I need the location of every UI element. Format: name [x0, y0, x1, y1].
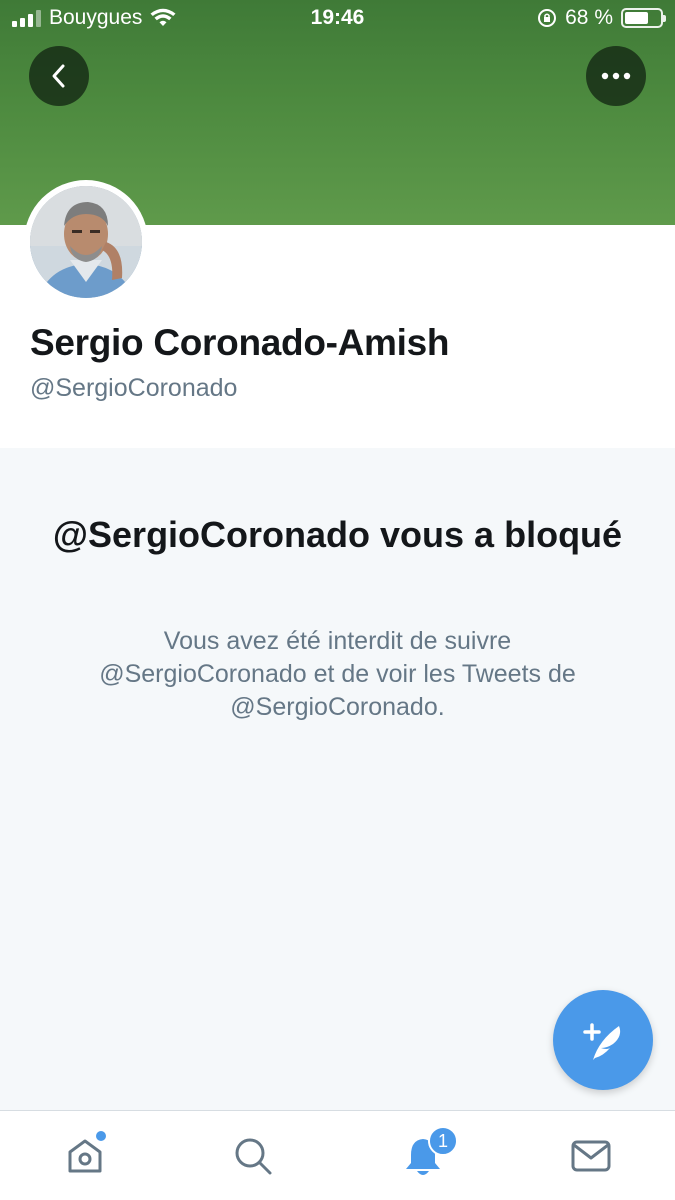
chevron-left-icon [52, 64, 65, 88]
back-button[interactable] [29, 46, 89, 106]
nav-messages[interactable] [568, 1133, 614, 1179]
profile-name: Sergio Coronado-Amish [30, 322, 450, 363]
battery-fill [625, 12, 649, 24]
bottom-navigation: 1 [0, 1110, 675, 1200]
home-unread-dot [96, 1131, 106, 1141]
profile-page: Bouygues 19:46 68 % Sergio Coronado-Amis… [0, 0, 675, 1200]
status-bar: Bouygues 19:46 68 % [0, 0, 675, 38]
profile-handle: @SergioCoronado [30, 374, 238, 402]
more-options-button[interactable] [586, 46, 646, 106]
search-icon [235, 1138, 272, 1175]
avatar-image [30, 186, 142, 298]
compose-tweet-button[interactable] [553, 990, 653, 1090]
nav-search[interactable] [230, 1133, 276, 1179]
compose-tweet-icon [583, 1023, 621, 1060]
battery-percent: 68 % [565, 6, 613, 29]
home-icon [68, 1139, 102, 1173]
status-right: 68 % [537, 6, 666, 30]
blocked-description: Vous avez été interdit de suivre @Sergio… [99, 627, 576, 721]
mail-icon [571, 1140, 611, 1172]
notification-badge: 1 [428, 1126, 458, 1156]
more-horizontal-icon [601, 72, 631, 80]
blocked-title: @SergioCoronado vous a bloqué [52, 514, 623, 555]
avatar-photo [30, 186, 142, 298]
avatar[interactable] [24, 180, 148, 304]
orientation-lock-icon [538, 9, 557, 27]
battery-icon [621, 8, 666, 28]
